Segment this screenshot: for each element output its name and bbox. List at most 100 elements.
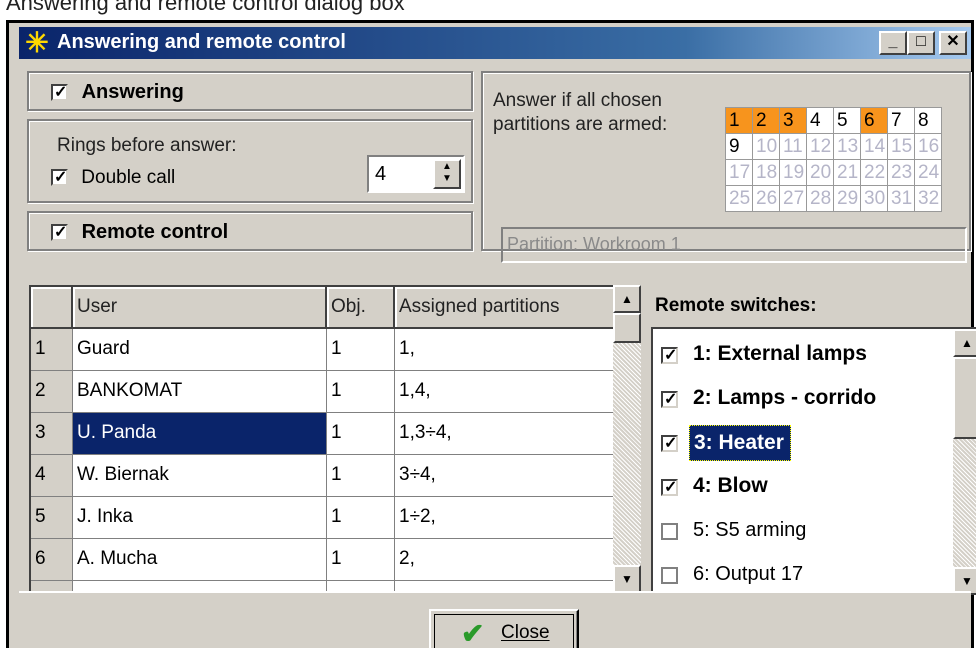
switches-scroll-up-icon[interactable]: ▲ xyxy=(953,329,976,357)
scroll-down-icon[interactable]: ▼ xyxy=(613,565,641,593)
table-row[interactable]: 4 W. Biernak 1 3÷4, xyxy=(31,455,613,497)
cell-num[interactable]: 2 xyxy=(31,371,73,413)
maximize-button[interactable]: □ xyxy=(907,31,935,55)
scroll-thumb[interactable] xyxy=(613,313,641,343)
spinner-buttons[interactable]: ▲ ▼ xyxy=(433,159,461,189)
spin-down-icon[interactable]: ▼ xyxy=(435,173,459,185)
partition-cell[interactable]: 15 xyxy=(888,134,915,160)
partition-cell[interactable]: 23 xyxy=(888,160,915,186)
partition-cell[interactable]: 12 xyxy=(807,134,834,160)
switch-checkbox[interactable] xyxy=(661,433,678,453)
close-button[interactable]: ✔ Close xyxy=(429,609,579,648)
switch-checkbox[interactable] xyxy=(661,523,678,540)
partition-cell[interactable]: 26 xyxy=(753,186,780,212)
rings-spinner[interactable]: 4 ▲ ▼ xyxy=(367,155,465,193)
switches-scroll-thumb[interactable] xyxy=(953,357,976,439)
cell-parts[interactable]: 1,4, xyxy=(395,371,613,413)
partition-cell[interactable]: 21 xyxy=(834,160,861,186)
cell-parts[interactable]: 1÷2, xyxy=(395,497,613,539)
partition-cell[interactable]: 13 xyxy=(834,134,861,160)
cell-obj[interactable]: 1 xyxy=(327,329,395,371)
partition-cell[interactable]: 22 xyxy=(861,160,888,186)
minimize-button[interactable]: _ xyxy=(879,31,907,55)
cell-user[interactable]: W. Biernak xyxy=(73,455,327,497)
double-call-row[interactable]: Double call xyxy=(51,167,175,189)
partition-cell[interactable]: 18 xyxy=(753,160,780,186)
switch-checkbox[interactable] xyxy=(661,477,678,497)
title-bar[interactable]: ✳ Answering and remote control _ □ ✕ xyxy=(19,27,971,59)
cell-parts[interactable]: 3÷4, xyxy=(395,455,613,497)
spin-up-icon[interactable]: ▲ xyxy=(435,161,459,173)
partition-cell[interactable]: 3 xyxy=(780,108,807,134)
partition-cell[interactable]: 11 xyxy=(780,134,807,160)
cell-parts[interactable]: 1,3÷4, xyxy=(395,413,613,455)
partition-cell[interactable]: 14 xyxy=(861,134,888,160)
partition-cell[interactable]: 16 xyxy=(915,134,942,160)
switch-checkbox[interactable] xyxy=(661,567,678,584)
partition-cell[interactable]: 10 xyxy=(753,134,780,160)
table-row[interactable]: 5 J. Inka 1 1÷2, xyxy=(31,497,613,539)
list-item[interactable]: 3: Heater xyxy=(659,421,955,465)
partition-cell[interactable]: 25 xyxy=(726,186,753,212)
list-item[interactable]: 2: Lamps - corrido xyxy=(659,377,955,421)
partition-cell[interactable]: 8 xyxy=(915,108,942,134)
partition-cell[interactable]: 17 xyxy=(726,160,753,186)
cell-num[interactable]: 5 xyxy=(31,497,73,539)
partition-cell[interactable]: 9 xyxy=(726,134,753,160)
table-row[interactable]: 6 A. Mucha 1 2, xyxy=(31,539,613,581)
answering-checkbox-row[interactable]: Answering xyxy=(51,81,184,104)
cell-num[interactable]: 4 xyxy=(31,455,73,497)
cell-num[interactable]: 1 xyxy=(31,329,73,371)
cell-parts[interactable]: 1, xyxy=(395,329,613,371)
answering-checkbox[interactable] xyxy=(51,82,68,102)
partition-cell[interactable]: 32 xyxy=(915,186,942,212)
table-row[interactable]: 3 U. Panda 1 1,3÷4, xyxy=(31,413,613,455)
scroll-up-icon[interactable]: ▲ xyxy=(613,285,641,313)
cell-user[interactable]: Guard xyxy=(73,329,327,371)
partition-cell[interactable]: 1 xyxy=(726,108,753,134)
partition-cell[interactable]: 27 xyxy=(780,186,807,212)
partition-cell[interactable]: 7 xyxy=(888,108,915,134)
partition-cell[interactable]: 5 xyxy=(834,108,861,134)
users-scrollbar[interactable]: ▲ ▼ xyxy=(613,285,641,593)
header-user[interactable]: User xyxy=(73,287,327,329)
header-obj[interactable]: Obj. xyxy=(327,287,395,329)
cell-obj[interactable]: 1 xyxy=(327,371,395,413)
partition-cell[interactable]: 29 xyxy=(834,186,861,212)
switch-label[interactable]: 1: External lamps xyxy=(689,337,873,373)
table-row[interactable]: 1 Guard 1 1, xyxy=(31,329,613,371)
rings-value[interactable]: 4 xyxy=(375,163,386,186)
switch-label[interactable]: 2: Lamps - corrido xyxy=(689,381,882,417)
cell-user[interactable]: U. Panda xyxy=(73,413,327,455)
list-item[interactable]: 6: Output 17 xyxy=(659,553,955,595)
partition-cell[interactable]: 2 xyxy=(753,108,780,134)
switch-label[interactable]: 3: Heater xyxy=(689,425,791,461)
partition-cell[interactable]: 6 xyxy=(861,108,888,134)
partition-cell[interactable]: 20 xyxy=(807,160,834,186)
close-window-button[interactable]: ✕ xyxy=(939,31,967,55)
switch-label[interactable]: 4: Blow xyxy=(689,469,774,505)
cell-obj[interactable]: 1 xyxy=(327,413,395,455)
switch-checkbox[interactable] xyxy=(661,345,678,365)
partition-cell[interactable]: 24 xyxy=(915,160,942,186)
partition-cell[interactable]: 19 xyxy=(780,160,807,186)
cell-obj[interactable]: 1 xyxy=(327,455,395,497)
cell-num[interactable]: 6 xyxy=(31,539,73,581)
cell-num[interactable]: 3 xyxy=(31,413,73,455)
list-item[interactable]: 1: External lamps xyxy=(659,333,955,377)
switch-checkbox[interactable] xyxy=(661,389,678,409)
switch-label[interactable]: 5: S5 arming xyxy=(689,513,812,549)
partition-cell[interactable]: 4 xyxy=(807,108,834,134)
list-item[interactable]: 5: S5 arming xyxy=(659,509,955,553)
table-row[interactable]: 2 BANKOMAT 1 1,4, xyxy=(31,371,613,413)
remote-control-row[interactable]: Remote control xyxy=(51,221,228,244)
cell-user[interactable]: BANKOMAT xyxy=(73,371,327,413)
cell-user[interactable]: J. Inka xyxy=(73,497,327,539)
header-partitions[interactable]: Assigned partitions xyxy=(395,287,613,329)
list-item[interactable]: 4: Blow xyxy=(659,465,955,509)
remote-control-checkbox[interactable] xyxy=(51,222,68,242)
cell-obj[interactable]: 1 xyxy=(327,539,395,581)
cell-parts[interactable]: 2, xyxy=(395,539,613,581)
switch-label[interactable]: 6: Output 17 xyxy=(689,557,809,593)
double-call-checkbox[interactable] xyxy=(51,167,68,187)
